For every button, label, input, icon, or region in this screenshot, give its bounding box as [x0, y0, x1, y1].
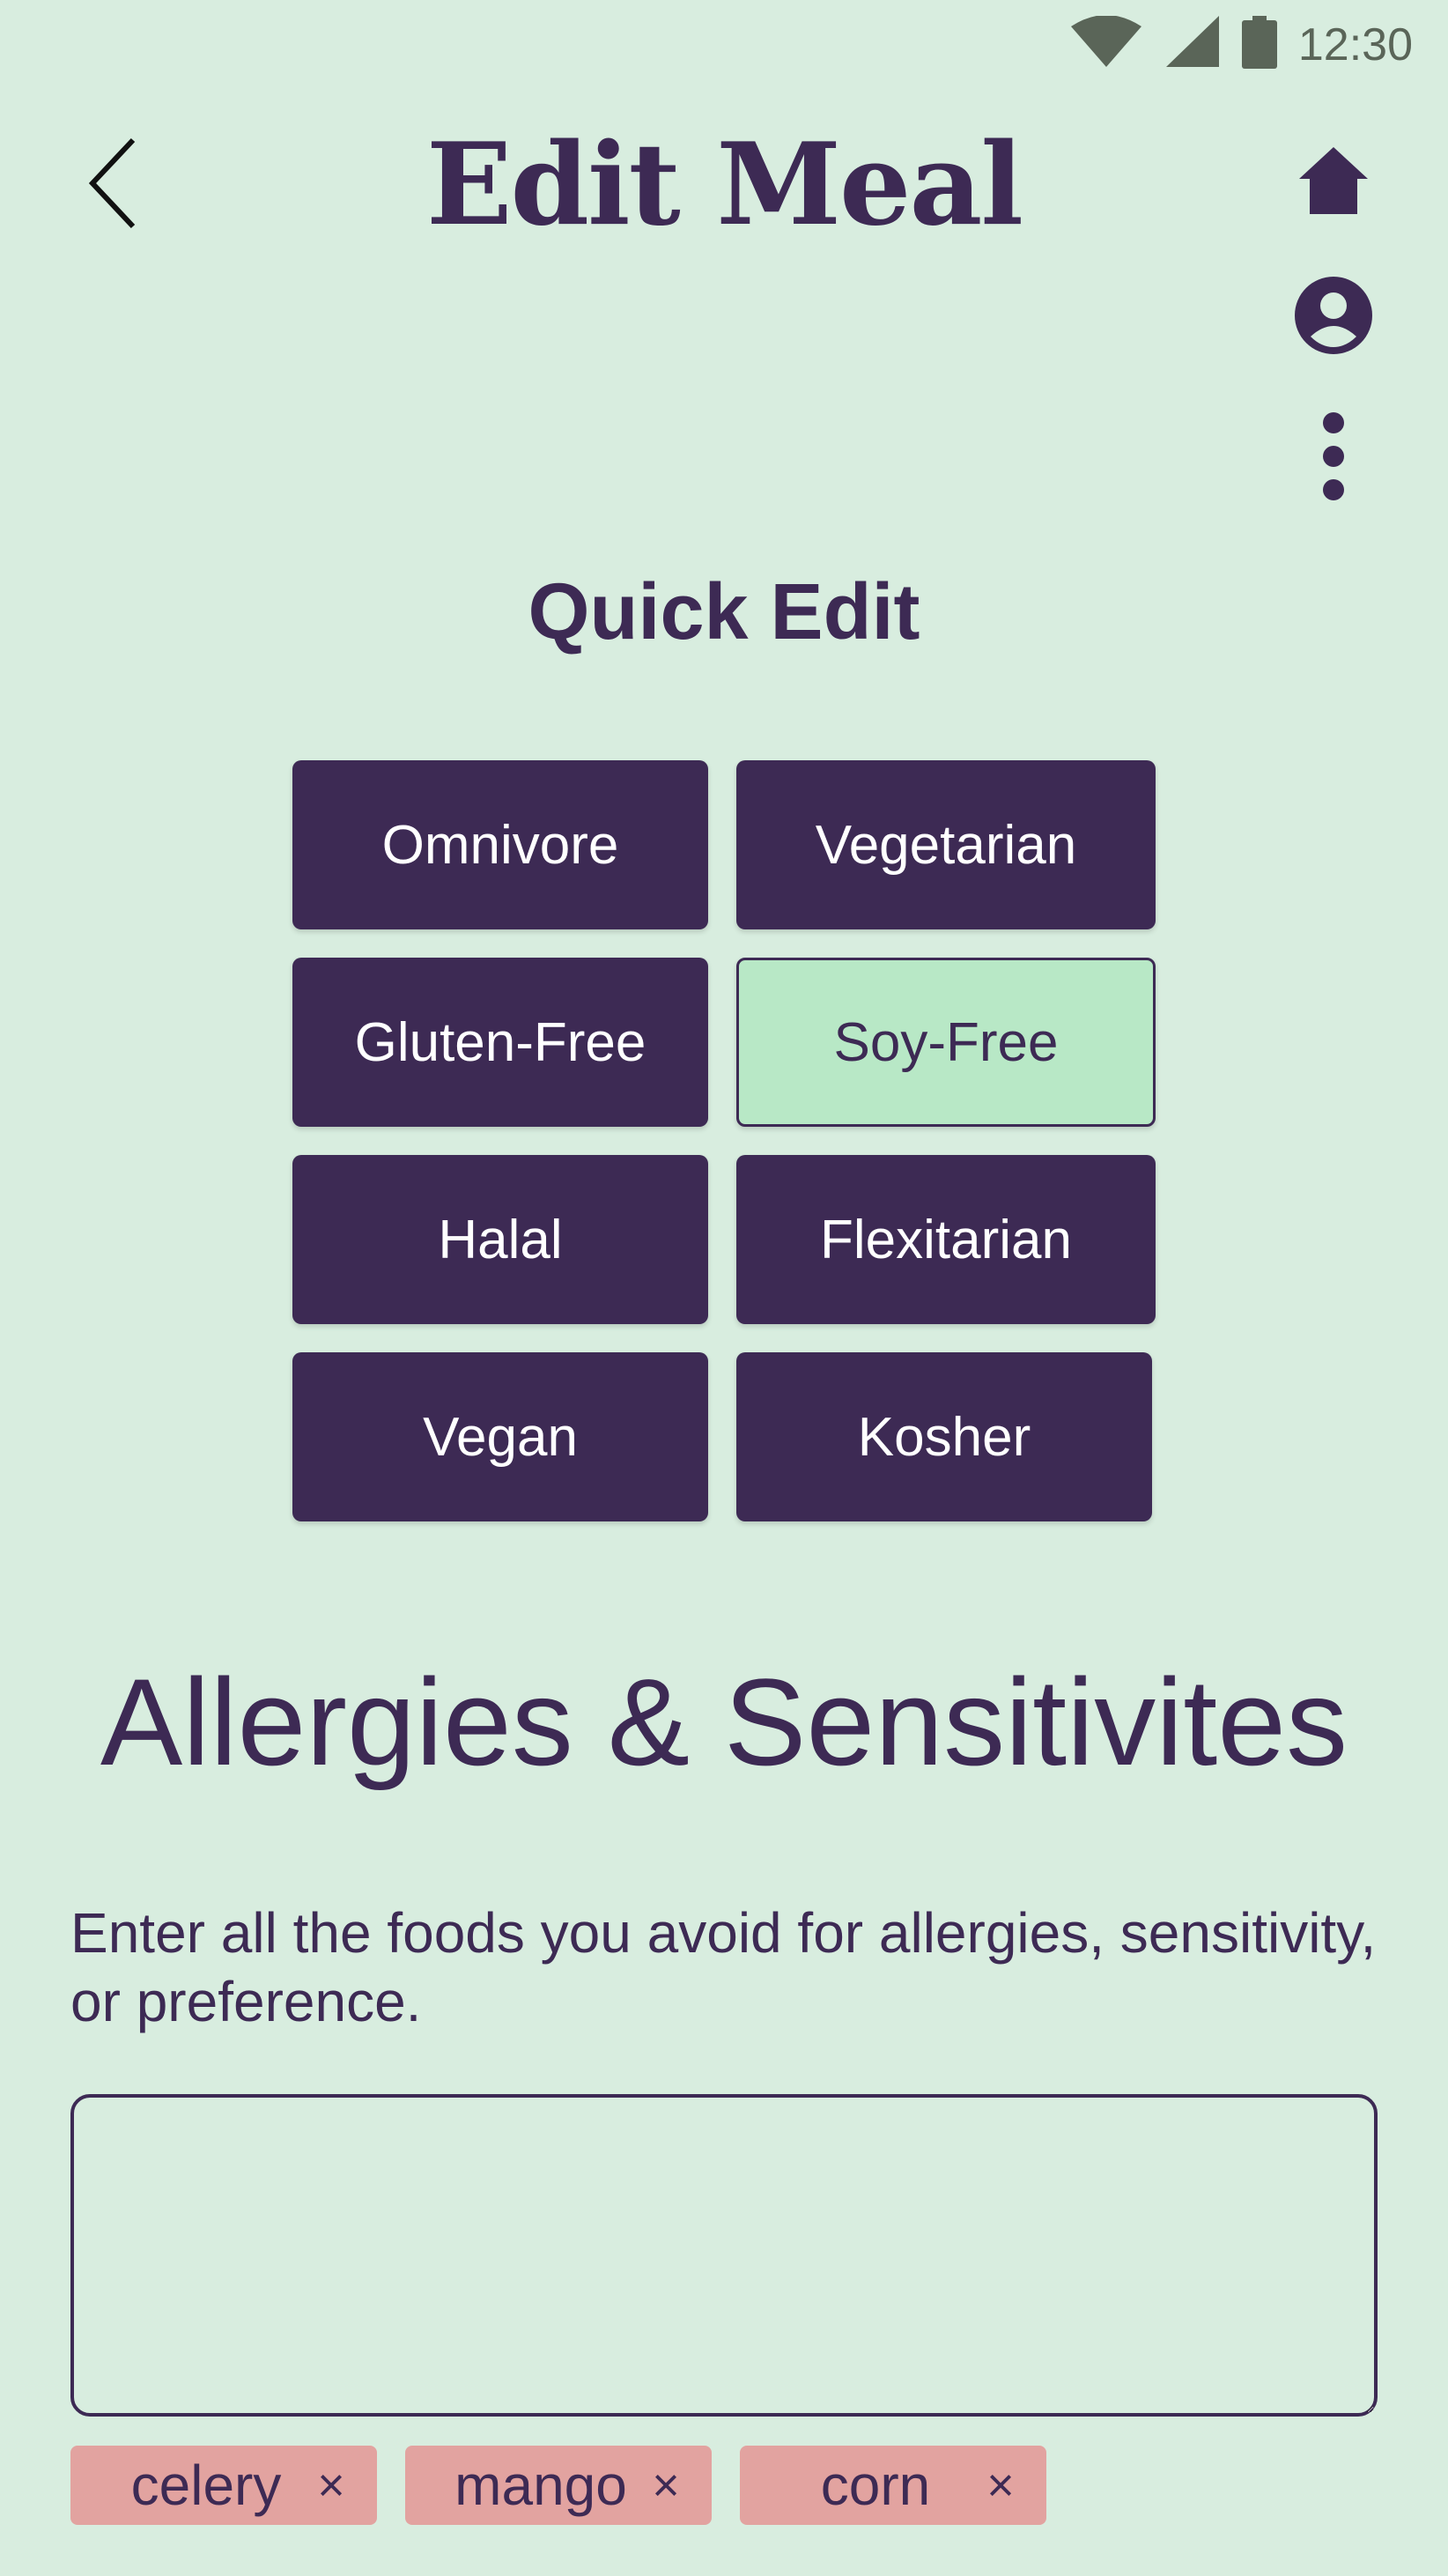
diet-option-kosher[interactable]: Kosher	[736, 1352, 1152, 1521]
remove-celery-button[interactable]: ×	[305, 2446, 358, 2525]
diet-option-gluten-free[interactable]: Gluten-Free	[292, 958, 708, 1127]
diet-option-vegetarian[interactable]: Vegetarian	[736, 760, 1156, 929]
diet-option-flexitarian[interactable]: Flexitarian	[736, 1155, 1156, 1324]
allergies-title: Allergies & Sensitivites	[100, 1653, 1348, 1791]
allergy-chip-corn: corn ×	[740, 2446, 1046, 2525]
diet-option-vegan[interactable]: Vegan	[292, 1352, 708, 1521]
quick-edit-title: Quick Edit	[528, 568, 920, 656]
allergies-description: Enter all the foods you avoid for allerg…	[70, 1901, 1377, 2033]
home-icon	[1297, 145, 1370, 220]
account-button[interactable]	[1289, 273, 1378, 361]
remove-mango-button[interactable]: ×	[639, 2446, 692, 2525]
status-bar: 12:30	[0, 0, 1448, 79]
diet-option-halal[interactable]: Halal	[292, 1155, 708, 1324]
page-title: Edit Meal	[425, 119, 1023, 251]
battery-icon	[1241, 16, 1277, 73]
more-vertical-icon	[1320, 411, 1347, 505]
account-icon	[1295, 276, 1372, 359]
allergies-input[interactable]	[70, 2094, 1378, 2417]
allergy-chip-mango: mango ×	[405, 2446, 712, 2525]
status-time: 12:30	[1297, 19, 1413, 70]
wifi-icon	[1069, 15, 1143, 73]
status-icons: 12:30	[1069, 15, 1413, 73]
home-button[interactable]	[1289, 138, 1378, 226]
more-options-button[interactable]	[1289, 411, 1378, 505]
diet-option-omnivore[interactable]: Omnivore	[292, 760, 708, 929]
diet-option-soy-free[interactable]: Soy-Free	[736, 958, 1156, 1127]
remove-corn-button[interactable]: ×	[974, 2446, 1027, 2525]
allergy-chip-celery: celery ×	[70, 2446, 377, 2525]
signal-icon	[1164, 16, 1221, 73]
